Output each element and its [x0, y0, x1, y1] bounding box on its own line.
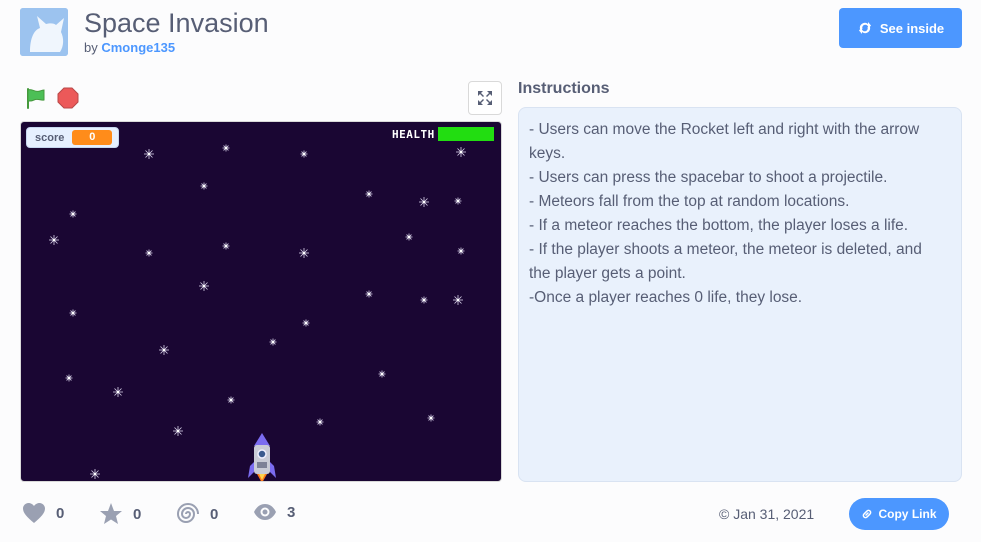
health-label: HEALTH — [392, 127, 435, 141]
health-display: HEALTH — [392, 127, 494, 141]
instructions-box: - Users can move the Rocket left and rig… — [518, 107, 962, 482]
star — [300, 150, 308, 158]
stop-button[interactable] — [56, 86, 80, 110]
star — [222, 242, 230, 250]
share-date: © Jan 31, 2021 — [719, 506, 815, 522]
instructions-heading: Instructions — [518, 80, 610, 97]
byline-prefix: by — [84, 40, 98, 55]
instruction-line: - If the player shoots a meteor, the met… — [529, 241, 922, 258]
stop-icon — [57, 87, 79, 109]
fullscreen-button[interactable] — [468, 81, 502, 115]
star — [113, 387, 123, 397]
instruction-line: - Users can move the Rocket left and rig… — [529, 121, 920, 138]
score-monitor: score 0 — [26, 127, 120, 148]
star — [173, 426, 183, 436]
star — [365, 290, 373, 298]
score-label: score — [35, 131, 65, 144]
byline: by Cmonge135 — [84, 40, 175, 55]
view-stat: 3 — [253, 502, 295, 522]
star — [299, 248, 309, 258]
star — [49, 235, 59, 245]
star — [65, 374, 73, 382]
star — [69, 210, 77, 218]
instruction-line: - Users can press the spacebar to shoot … — [529, 169, 888, 186]
remix-arrows-icon — [858, 22, 871, 34]
copy-link-label: Copy Link — [878, 507, 937, 521]
instruction-line: - If a meteor reaches the bottom, the pl… — [529, 217, 909, 234]
star — [144, 149, 154, 159]
star — [145, 249, 153, 257]
scratch-cat-avatar — [20, 8, 68, 56]
star — [316, 418, 324, 426]
star — [420, 296, 428, 304]
star-icon — [100, 503, 122, 524]
star — [419, 197, 429, 207]
green-flag-icon — [27, 88, 45, 109]
star — [427, 414, 435, 422]
star — [378, 370, 386, 378]
star — [454, 197, 462, 205]
author-link[interactable]: Cmonge135 — [101, 40, 175, 55]
eye-icon — [254, 504, 276, 520]
rocket-sprite — [248, 433, 276, 481]
star — [302, 319, 310, 327]
favorite-count: 0 — [133, 505, 142, 523]
star — [457, 247, 465, 255]
star — [199, 281, 209, 291]
love-count: 0 — [56, 504, 65, 522]
score-value: 0 — [72, 130, 113, 145]
game-stage[interactable]: score 0 HEALTH — [20, 121, 502, 482]
see-inside-button[interactable]: See inside — [839, 8, 962, 48]
star — [365, 190, 373, 198]
instruction-line: the player gets a point. — [529, 265, 686, 282]
star — [269, 338, 277, 346]
view-count: 3 — [287, 503, 296, 521]
star — [453, 295, 463, 305]
star — [159, 345, 169, 355]
starfield — [49, 144, 466, 479]
project-title: Space Invasion — [84, 8, 269, 38]
love-stat[interactable]: 0 — [22, 502, 64, 524]
star — [227, 396, 235, 404]
green-flag-button[interactable] — [24, 86, 48, 110]
star — [200, 182, 208, 190]
remix-count: 0 — [210, 505, 219, 523]
avatar[interactable] — [20, 8, 68, 56]
star — [456, 147, 466, 157]
instruction-line: keys. — [529, 145, 566, 162]
heart-icon — [23, 503, 45, 523]
instruction-line: - Meteors fall from the top at random lo… — [529, 193, 850, 210]
star — [222, 144, 230, 152]
favorite-stat[interactable]: 0 — [99, 502, 141, 526]
instruction-line: -Once a player reaches 0 life, they lose… — [529, 289, 803, 306]
star — [69, 309, 77, 317]
swirl-icon — [176, 503, 199, 523]
remix-stat: 0 — [176, 502, 218, 526]
star — [90, 469, 100, 479]
link-icon — [863, 509, 872, 519]
health-bar — [437, 127, 494, 141]
see-inside-label: See inside — [879, 20, 945, 36]
copy-link-button[interactable]: Copy Link — [849, 498, 949, 530]
fullscreen-icon — [478, 91, 492, 105]
star — [405, 233, 413, 241]
